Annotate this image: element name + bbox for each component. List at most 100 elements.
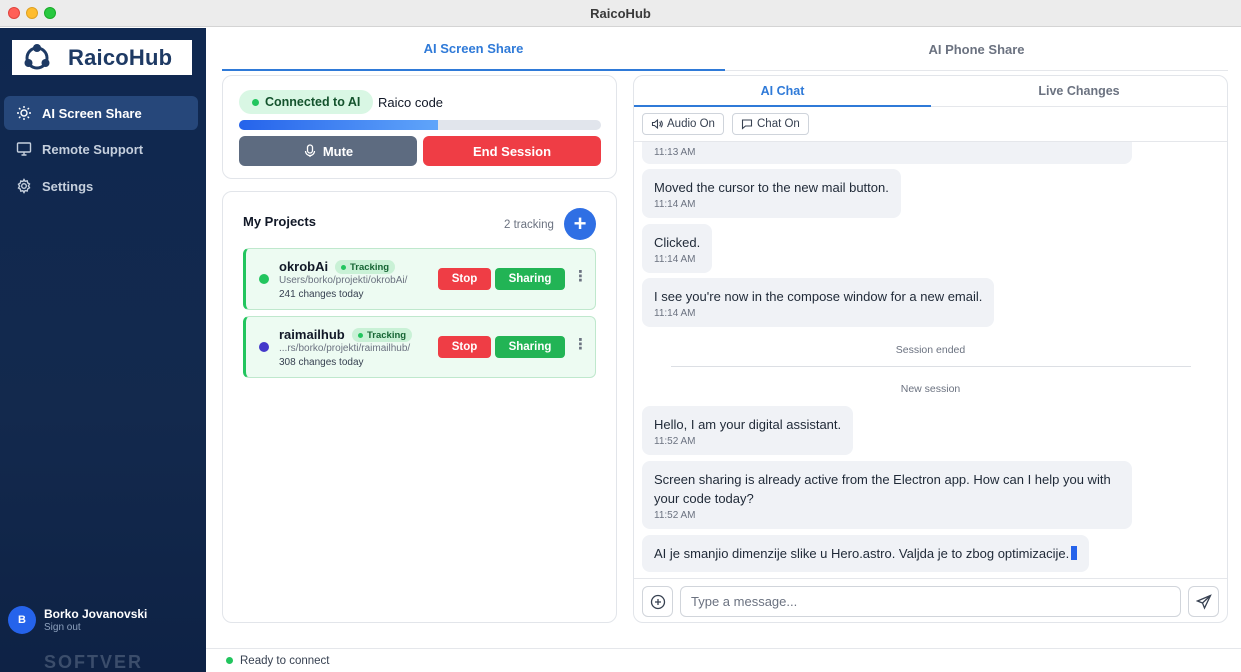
- status-bar: Ready to connect: [206, 648, 1241, 672]
- message-bubble: 11:13 AM: [642, 142, 1132, 164]
- message-time: 11:52 AM: [654, 510, 696, 521]
- tracking-badge: Tracking: [352, 328, 413, 342]
- tab-label: AI Screen Share: [423, 41, 524, 56]
- project-path: Users/borko/projekti/okrobAi/: [279, 275, 408, 286]
- message-time: 11:52 AM: [654, 436, 696, 447]
- message-text: Moved the cursor to the new mail button.: [654, 180, 889, 195]
- project-row[interactable]: raimailhub Tracking ...rs/borko/projekti…: [243, 316, 596, 378]
- end-session-button[interactable]: End Session: [423, 136, 601, 166]
- tracking-dot: [358, 332, 363, 338]
- sidebar-item-settings[interactable]: Settings: [4, 169, 198, 203]
- tab-ai-screen-share[interactable]: AI Screen Share: [222, 28, 725, 71]
- monitor-icon: [16, 142, 32, 156]
- message-time: 11:14 AM: [654, 254, 696, 265]
- sidebar-item-remote-support[interactable]: Remote Support: [4, 132, 198, 166]
- watermark: SOFTVER: [44, 652, 144, 672]
- tab-live-changes[interactable]: Live Changes: [931, 76, 1227, 107]
- message-list[interactable]: 11:13 AM Moved the cursor to the new mai…: [634, 142, 1227, 578]
- stop-button[interactable]: Stop: [438, 268, 491, 290]
- projects-card: My Projects 2 tracking + okrobAi Trackin…: [222, 191, 617, 623]
- window-title: RaicoHub: [590, 6, 651, 21]
- project-row[interactable]: okrobAi Tracking Users/borko/projekti/ok…: [243, 248, 596, 310]
- message-bubble: Clicked. 11:14 AM: [642, 224, 713, 273]
- attach-button[interactable]: [642, 586, 673, 617]
- more-options-icon[interactable]: ⋮: [573, 337, 588, 352]
- send-icon: [1195, 593, 1212, 610]
- message-text: Clicked.: [654, 235, 701, 250]
- message-time: 11:14 AM: [654, 308, 696, 319]
- sun-icon: [17, 106, 31, 120]
- microphone-icon: [304, 144, 315, 157]
- project-changes: 308 changes today: [279, 357, 364, 368]
- project-status-dot: [259, 274, 269, 284]
- tab-ai-phone-share[interactable]: AI Phone Share: [725, 28, 1228, 71]
- logo-icon: [24, 43, 50, 69]
- typing-cursor: [1071, 546, 1078, 560]
- chat-panel: AI Chat Live Changes Audio On Chat On 11…: [633, 75, 1228, 623]
- chat-toggle[interactable]: Chat On: [732, 113, 809, 135]
- project-path: ...rs/borko/projekti/raimailhub/: [279, 343, 411, 354]
- chat-toggle-label: Chat On: [757, 118, 800, 130]
- sidebar: RaicoHub AI Screen Share Remote Support …: [0, 28, 206, 672]
- tab-label: AI Phone Share: [928, 41, 1025, 57]
- add-project-button[interactable]: +: [564, 208, 596, 240]
- tab-ai-chat[interactable]: AI Chat: [634, 76, 931, 107]
- send-button[interactable]: [1188, 586, 1219, 617]
- user-profile[interactable]: B Borko Jovanovski Sign out: [8, 606, 147, 634]
- stop-button[interactable]: Stop: [438, 336, 491, 358]
- sidebar-item-label: Settings: [42, 178, 94, 194]
- new-session-label: New session: [900, 383, 961, 395]
- project-name: okrobAi: [279, 259, 329, 274]
- chat-bubble-icon: [741, 119, 753, 130]
- message-input-bar: [634, 578, 1227, 622]
- gear-icon: [17, 178, 31, 194]
- session-card: Connected to AI Raico code Mute End Sess…: [222, 75, 617, 179]
- project-name: raimailhub: [279, 327, 345, 342]
- tab-label: Live Changes: [1038, 84, 1120, 98]
- logo-text: RaicoHub: [68, 44, 173, 70]
- message-text: Screen sharing is already active from th…: [654, 472, 1111, 506]
- connection-status-badge: Connected to AI: [239, 90, 374, 114]
- audio-toggle[interactable]: Audio On: [642, 113, 724, 135]
- user-name: Borko Jovanovski: [44, 607, 148, 621]
- sign-out-link[interactable]: Sign out: [44, 622, 147, 633]
- status-dot: [226, 657, 233, 664]
- tracking-badge: Tracking: [335, 260, 396, 274]
- message-time: 11:14 AM: [654, 199, 696, 210]
- sharing-button[interactable]: Sharing: [495, 268, 565, 290]
- session-progress-fill: [239, 120, 439, 130]
- audio-toggle-label: Audio On: [667, 118, 715, 130]
- message-bubble: Hello, I am your digital assistant. 11:5…: [642, 406, 854, 455]
- session-progress-bar: [239, 120, 601, 130]
- tracking-badge-text: Tracking: [350, 261, 390, 273]
- sidebar-item-ai-screen-share[interactable]: AI Screen Share: [4, 96, 198, 130]
- message-bubble: Screen sharing is already active from th…: [642, 461, 1132, 529]
- message-text: Hello, I am your digital assistant.: [654, 417, 842, 432]
- message-time: 11:13 AM: [654, 147, 696, 158]
- message-bubble: AI je smanjio dimenzije slike u Hero.ast…: [642, 535, 1090, 572]
- message-input[interactable]: [680, 586, 1181, 617]
- mute-label: Mute: [322, 143, 354, 159]
- tracking-count: 2 tracking: [504, 219, 554, 231]
- tab-label: AI Chat: [760, 83, 805, 98]
- speaker-icon: [651, 118, 663, 130]
- plus-circle-icon: [650, 594, 665, 609]
- status-dot: [252, 98, 259, 106]
- session-ended-label: Session ended: [895, 344, 966, 356]
- tracking-dot: [341, 264, 346, 270]
- message-text: AI je smanjio dimenzije slike u Hero.ast…: [654, 546, 1070, 561]
- projects-title: My Projects: [243, 214, 316, 229]
- title-bar: RaicoHub: [0, 0, 1241, 27]
- session-project-label: Raico code: [378, 95, 444, 110]
- status-text: Ready to connect: [240, 654, 330, 667]
- sidebar-item-label: Remote Support: [42, 141, 144, 157]
- more-options-icon[interactable]: ⋮: [573, 269, 588, 284]
- message-bubble: I see you're now in the compose window f…: [642, 278, 995, 327]
- sharing-button[interactable]: Sharing: [495, 336, 565, 358]
- message-bubble: Moved the cursor to the new mail button.…: [642, 169, 901, 218]
- mute-button[interactable]: Mute: [239, 136, 417, 166]
- session-divider: [671, 366, 1191, 367]
- sidebar-item-label: AI Screen Share: [42, 105, 142, 121]
- project-changes: 241 changes today: [279, 289, 364, 300]
- tracking-badge-text: Tracking: [367, 329, 407, 341]
